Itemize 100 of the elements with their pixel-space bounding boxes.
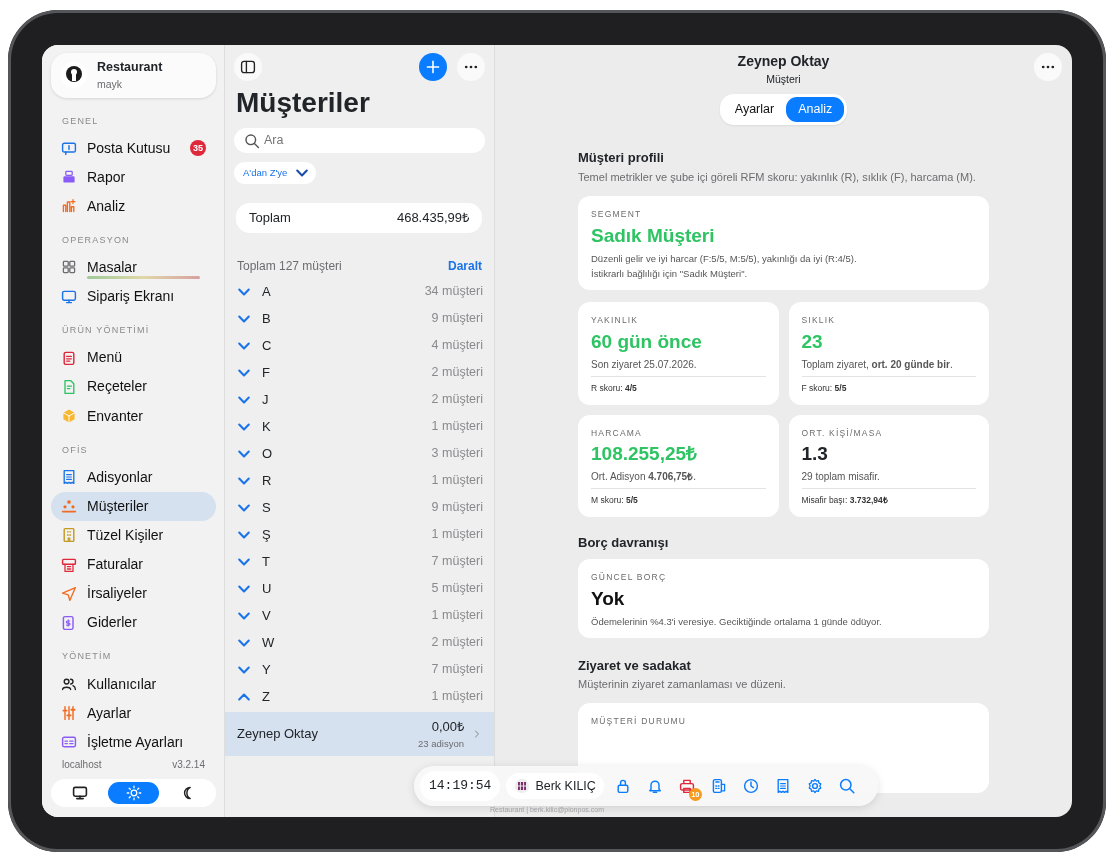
letter-group-row[interactable]: J 2 müşteri [225, 386, 494, 413]
sidebar-item[interactable]: Kullanıcılar [51, 669, 216, 699]
letter-group-row[interactable]: C 4 müşteri [225, 332, 494, 359]
sidebar-item[interactable]: İrsaliyeler [51, 579, 216, 609]
group-letter: V [262, 606, 271, 625]
sun-icon [125, 785, 142, 801]
card-text: Düzenli gelir ve iyi harcar (F:5/5, M:5/5), yakınlığı da iyi (R:4/5). [591, 251, 858, 266]
sidebar-item[interactable]: Envanter [51, 401, 216, 431]
group-letter: K [262, 417, 271, 436]
account-name: Restaurant [97, 59, 163, 76]
sidebar-item[interactable]: Posta Kutusu 35 [51, 133, 216, 163]
card-label: SEGMENT [591, 208, 643, 221]
group-letter: B [262, 309, 271, 328]
tab[interactable]: Analiz [786, 96, 845, 122]
monitor-icon [61, 288, 77, 305]
printer-icon [678, 778, 695, 794]
sidebar-item[interactable]: Reçeteler [51, 372, 216, 402]
invoice-icon [61, 556, 77, 573]
group-count: 3 müşteri [431, 445, 483, 463]
metric-value: 1.3 [801, 442, 829, 467]
card-label: ORT. KİŞİ/MASA [801, 426, 884, 440]
letter-group-row[interactable]: S 9 müşteri [225, 494, 494, 521]
letter-group-row[interactable]: Y 7 müşteri [225, 656, 494, 683]
add-button[interactable] [419, 53, 447, 81]
section-description: Temel metrikler ve şube içi göreli RFM skoru: yakınlık (R), sıklık (F), harcama (M). [578, 170, 977, 186]
total-amount: 468.435,99₺ [396, 209, 469, 228]
user-chip[interactable]: Berk KILIÇ [506, 772, 604, 800]
sidebar-item[interactable]: İşletme Ayarları [51, 727, 216, 757]
sidebar-item[interactable]: Tüzel Kişiler [51, 520, 216, 551]
sliders-icon [61, 705, 77, 722]
total-label: Toplam [249, 209, 291, 228]
group-letter: C [262, 336, 272, 355]
metric-score: Misafir başı: 3.732,94₺ [801, 494, 889, 508]
metric-score: R skoru: 4/5 [591, 381, 638, 395]
group-letter: T [262, 552, 270, 571]
metric-note: Toplam ziyaret, ort. 20 günde bir. [801, 356, 976, 377]
document-icon [61, 378, 77, 395]
group-letter: W [262, 633, 275, 652]
group-letter: S [262, 498, 271, 517]
customer-count: Toplam 127 müşteri [237, 258, 342, 275]
sidebar-item[interactable]: Faturalar [51, 550, 216, 580]
letter-group-row[interactable]: Ş 1 müşteri [225, 521, 494, 548]
letter-group-row[interactable]: V 1 müşteri [225, 602, 494, 629]
customer-name: Zeynep Oktay [237, 725, 318, 744]
letter-group-row[interactable]: W 2 müşteri [225, 629, 494, 656]
cube-icon [61, 408, 77, 425]
sidebar-item[interactable]: Adisyonlar [51, 462, 216, 492]
letter-group-row[interactable]: A 34 müşteri [225, 278, 494, 305]
customer-row[interactable]: Zeynep Oktay 0,00₺ 23 adisyon [225, 712, 494, 756]
sidebar-item[interactable]: Masalar [51, 252, 216, 283]
letter-group-row[interactable]: U 5 müşteri [225, 575, 494, 602]
tab[interactable]: Ayarlar [722, 96, 787, 122]
group-count: 9 müşteri [431, 499, 483, 517]
avatar-icon [514, 778, 531, 794]
sidebar-icon [240, 59, 256, 75]
count-badge: 35 [190, 140, 206, 157]
letter-group-row[interactable]: T 7 müşteri [225, 548, 494, 575]
card-text: İstikrarlı bağlılığı için "Sadık Müşteri". [591, 266, 749, 281]
sidebar-item[interactable]: Analiz [51, 191, 216, 221]
metric-note: Son ziyaret 25.07.2026. [591, 356, 766, 377]
group-count: 7 müşteri [431, 661, 483, 679]
account-card[interactable]: Restaurant mayk [51, 53, 216, 98]
group-letter: Ş [262, 525, 271, 544]
letter-group-row[interactable]: F 2 müşteri [225, 359, 494, 386]
sort-dropdown[interactable]: A'dan Z'ye [234, 162, 317, 184]
search-icon [838, 778, 855, 794]
sidebar-toggle-button[interactable] [234, 53, 262, 81]
page-title: Müşteriler [235, 86, 371, 120]
letter-group-row[interactable]: Z 1 müşteri [225, 683, 494, 710]
group-count: 2 müşteri [431, 364, 483, 382]
group-count: 1 müşteri [431, 607, 483, 625]
clipboard-icon [61, 349, 77, 366]
group-count: 1 müşteri [431, 688, 483, 706]
sidebar-item[interactable]: Ayarlar [51, 698, 216, 728]
card-text: Ödemelerinin %4.3'i veresiye. Geciktiğinde ortalama 1 günde ödüyor. [591, 614, 883, 629]
metric-score: M skoru: 5/5 [591, 494, 639, 508]
metric-note: 29 toplam misafir. [801, 469, 976, 490]
metric-value: 108.255,25₺ [591, 442, 699, 467]
card-label: SIKLIK [801, 313, 837, 327]
metric-value: 60 gün önce [591, 329, 703, 354]
group-letter: U [262, 579, 272, 598]
lock-icon [614, 778, 631, 794]
sidebar-item[interactable]: Rapor [51, 162, 216, 192]
metric-note: Ort. Adisyon 4.706,75₺. [591, 469, 766, 490]
sidebar-item[interactable]: Giderler [51, 608, 216, 638]
section-description: Müşterinin ziyaret zamanlaması ve düzeni. [578, 677, 787, 693]
search-field[interactable]: Ara [234, 127, 485, 153]
letter-group-row[interactable]: R 1 müşteri [225, 467, 494, 494]
sidebar-item[interactable]: Sipariş Ekranı [51, 282, 216, 312]
sidebar-item[interactable]: Müşteriler [51, 491, 216, 521]
section-heading: GENEL [61, 114, 100, 128]
letter-group-row[interactable]: B 9 müşteri [225, 305, 494, 332]
card-label: GÜNCEL BORÇ [591, 570, 668, 584]
section-heading: YÖNETİM [61, 650, 113, 664]
collapse-link[interactable]: Daralt [448, 257, 482, 275]
chart-icon [61, 198, 77, 215]
group-letter: Y [262, 660, 271, 679]
letter-group-row[interactable]: K 1 müşteri [225, 413, 494, 440]
letter-group-row[interactable]: O 3 müşteri [225, 440, 494, 467]
sidebar-item[interactable]: Menü [51, 343, 216, 373]
